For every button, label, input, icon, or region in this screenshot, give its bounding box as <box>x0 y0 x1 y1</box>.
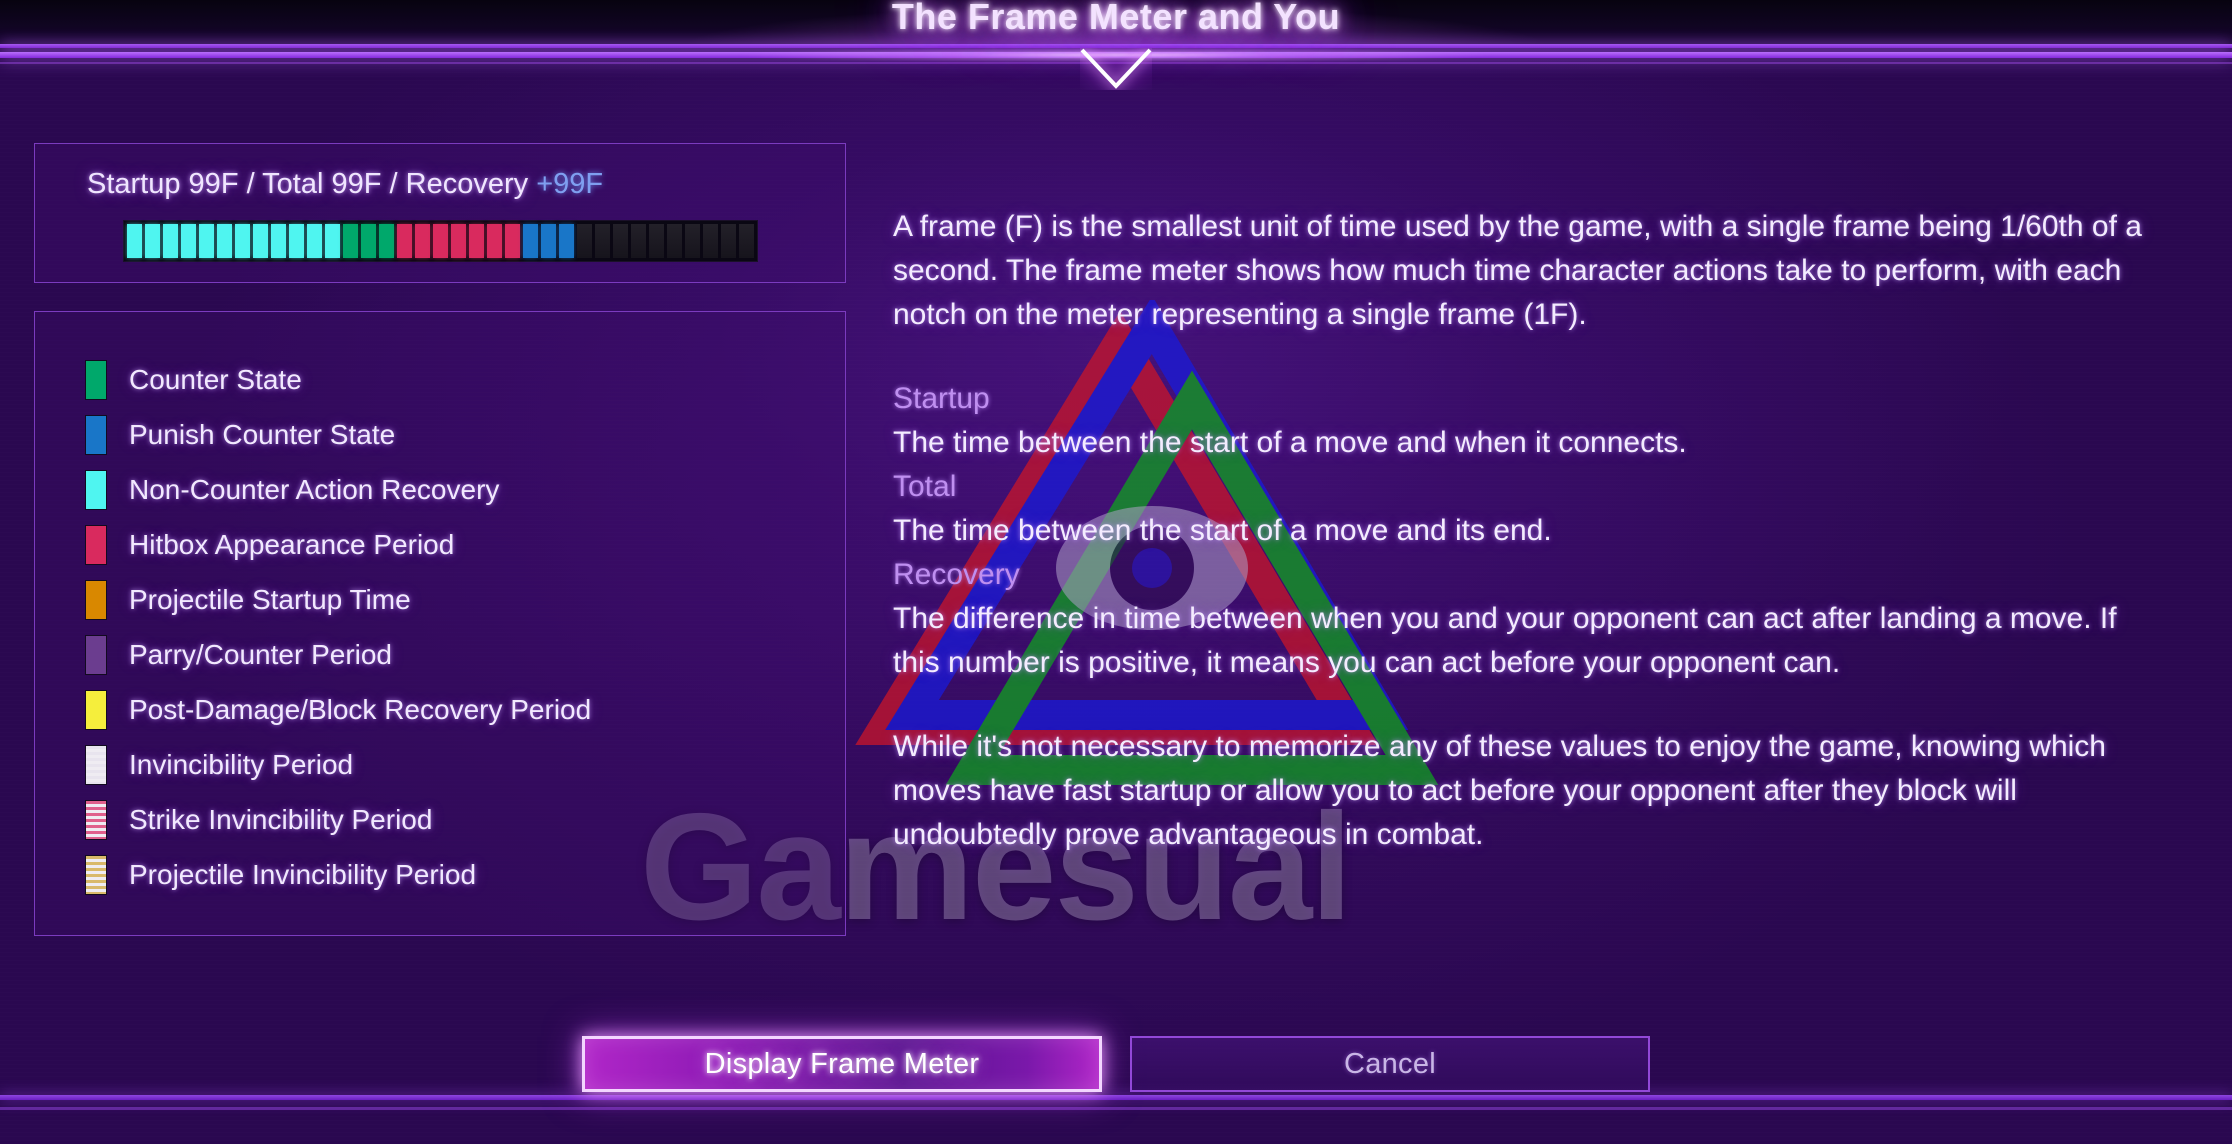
frame-meter-notch-empty <box>685 224 700 258</box>
legend-color-swatch <box>85 854 107 895</box>
legend-color-swatch <box>85 524 107 565</box>
legend-item: Punish Counter State <box>85 407 591 462</box>
frame-meter-notch-hitbox-appearance-period <box>451 224 466 258</box>
legend-item: Parry/Counter Period <box>85 627 591 682</box>
frame-meter-notch-hitbox-appearance-period <box>397 224 412 258</box>
legend-item-label: Projectile Startup Time <box>129 583 411 615</box>
legend-color-swatch <box>85 359 107 400</box>
legend-item: Counter State <box>85 352 591 407</box>
frame-meter-notch-counter-state <box>361 224 376 258</box>
frame-meter-notch-punish-counter-state <box>559 224 574 258</box>
frame-meter-notch-empty <box>721 224 736 258</box>
frame-meter-notch-non-counter-action-recovery <box>253 224 268 258</box>
legend-color-swatch <box>85 634 107 675</box>
frame-meter-notch-non-counter-action-recovery <box>127 224 142 258</box>
frame-meter-bar <box>123 220 758 262</box>
description-paragraph-1: A frame (F) is the smallest unit of time… <box>893 210 2142 331</box>
term-definition-list: Startup The time between the start of a m… <box>893 377 2148 685</box>
frame-meter-notch-hitbox-appearance-period <box>469 224 484 258</box>
legend-item: Projectile Startup Time <box>85 572 591 627</box>
title-chevron-icon <box>1080 48 1152 89</box>
frame-meter-notch-non-counter-action-recovery <box>145 224 160 258</box>
legend-item-label: Non-Counter Action Recovery <box>129 473 500 505</box>
frame-meter-notch-non-counter-action-recovery <box>217 224 232 258</box>
frame-meter-notch-empty <box>595 224 610 258</box>
term-definition: The difference in time between when you … <box>893 602 2117 679</box>
description-paragraph-2: While it's not necessary to memorize any… <box>893 730 2106 851</box>
frame-meter-notch-non-counter-action-recovery <box>199 224 214 258</box>
cancel-button[interactable]: Cancel <box>1130 1036 1650 1092</box>
frame-meter-notch-non-counter-action-recovery <box>181 224 196 258</box>
legend-item-label: Post-Damage/Block Recovery Period <box>129 693 592 725</box>
legend-item: Projectile Invincibility Period <box>85 847 591 902</box>
term-heading: Startup <box>893 382 990 415</box>
legend-color-swatch <box>85 579 107 620</box>
legend-color-swatch <box>85 799 107 840</box>
legend-item-label: Hitbox Appearance Period <box>129 528 455 560</box>
legend-item: Strike Invincibility Period <box>85 792 591 847</box>
term-definition: The time between the start of a move and… <box>893 426 1687 459</box>
legend-item-label: Counter State <box>129 363 302 395</box>
frame-meter-notch-empty <box>667 224 682 258</box>
footer-rule-1 <box>0 1095 2232 1100</box>
frame-meter-panel: Startup 99F / Total 99F / Recovery +99F <box>34 143 846 283</box>
page-title: The Frame Meter and You <box>891 0 1341 37</box>
frame-meter-notch-empty <box>649 224 664 258</box>
legend-list: Counter State Punish Counter State Non-Cou… <box>85 352 591 902</box>
frame-meter-notch-counter-state <box>379 224 394 258</box>
frame-meter-notch-non-counter-action-recovery <box>325 224 340 258</box>
frame-meter-notch-hitbox-appearance-period <box>415 224 430 258</box>
legend-item: Post-Damage/Block Recovery Period <box>85 682 591 737</box>
legend-color-swatch <box>85 689 107 730</box>
frame-meter-readout: Startup 99F / Total 99F / Recovery +99F <box>87 168 603 201</box>
frame-meter-notch-hitbox-appearance-period <box>487 224 502 258</box>
legend-item-label: Invincibility Period <box>129 748 354 780</box>
legend-color-swatch <box>85 469 107 510</box>
legend-item-label: Projectile Invincibility Period <box>129 858 477 890</box>
legend-item: Non-Counter Action Recovery <box>85 462 591 517</box>
legend-item: Hitbox Appearance Period <box>85 517 591 572</box>
frame-meter-notch-empty <box>631 224 646 258</box>
frame-meter-notch-punish-counter-state <box>523 224 538 258</box>
legend-color-swatch <box>85 744 107 785</box>
frame-meter-notch-empty <box>613 224 628 258</box>
frame-meter-readout-prefix: Startup 99F / Total 99F / Recovery <box>87 168 537 200</box>
frame-meter-notch-non-counter-action-recovery <box>307 224 322 258</box>
frame-meter-legend-panel: Counter State Punish Counter State Non-Cou… <box>34 311 846 936</box>
dialog-button-row: Display Frame Meter Cancel <box>0 1036 2232 1092</box>
frame-meter-notch-empty <box>577 224 592 258</box>
frame-meter-notch-hitbox-appearance-period <box>433 224 448 258</box>
frame-meter-notch-punish-counter-state <box>541 224 556 258</box>
legend-item-label: Punish Counter State <box>129 418 396 450</box>
frame-meter-notch-hitbox-appearance-period <box>505 224 520 258</box>
legend-item-label: Parry/Counter Period <box>129 638 393 670</box>
frame-meter-notch-empty <box>739 224 754 258</box>
frame-meter-notch-non-counter-action-recovery <box>271 224 286 258</box>
legend-item-label: Strike Invincibility Period <box>129 803 433 835</box>
term-heading: Total <box>893 470 957 503</box>
frame-meter-notch-counter-state <box>343 224 358 258</box>
frame-meter-notch-non-counter-action-recovery <box>235 224 250 258</box>
frame-meter-notch-non-counter-action-recovery <box>163 224 178 258</box>
term-definition: The time between the start of a move and… <box>893 514 1552 547</box>
frame-meter-notch-empty <box>703 224 718 258</box>
frame-meter-recovery-value: +99F <box>536 168 604 200</box>
display-frame-meter-button[interactable]: Display Frame Meter <box>582 1036 1102 1092</box>
legend-color-swatch <box>85 414 107 455</box>
description-panel: A frame (F) is the smallest unit of time… <box>893 205 2148 857</box>
frame-meter-notch-non-counter-action-recovery <box>289 224 304 258</box>
footer-rule-2 <box>0 1107 2232 1110</box>
legend-item: Invincibility Period <box>85 737 591 792</box>
term-heading: Recovery <box>893 558 1020 591</box>
